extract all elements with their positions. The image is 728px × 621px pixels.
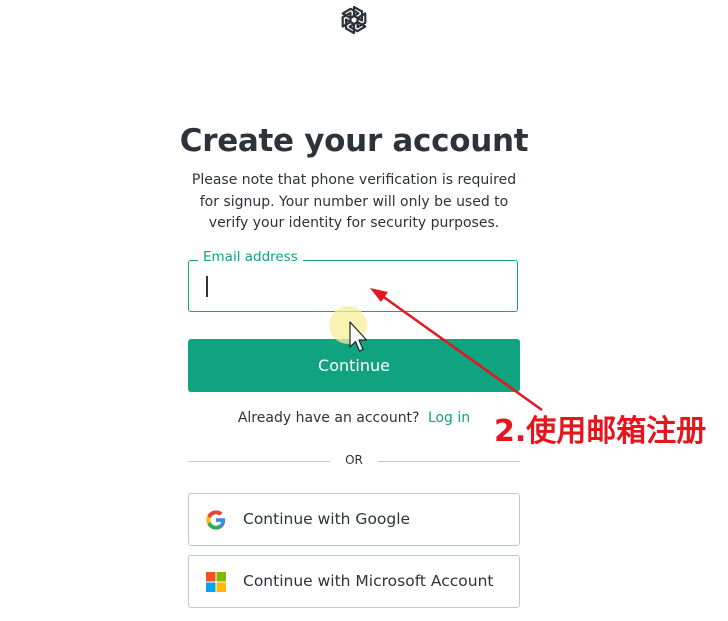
red-arrow-icon: [370, 288, 543, 412]
annotation-overlay: [329, 288, 543, 412]
annotation-text: 2.使用邮箱注册: [494, 414, 707, 449]
